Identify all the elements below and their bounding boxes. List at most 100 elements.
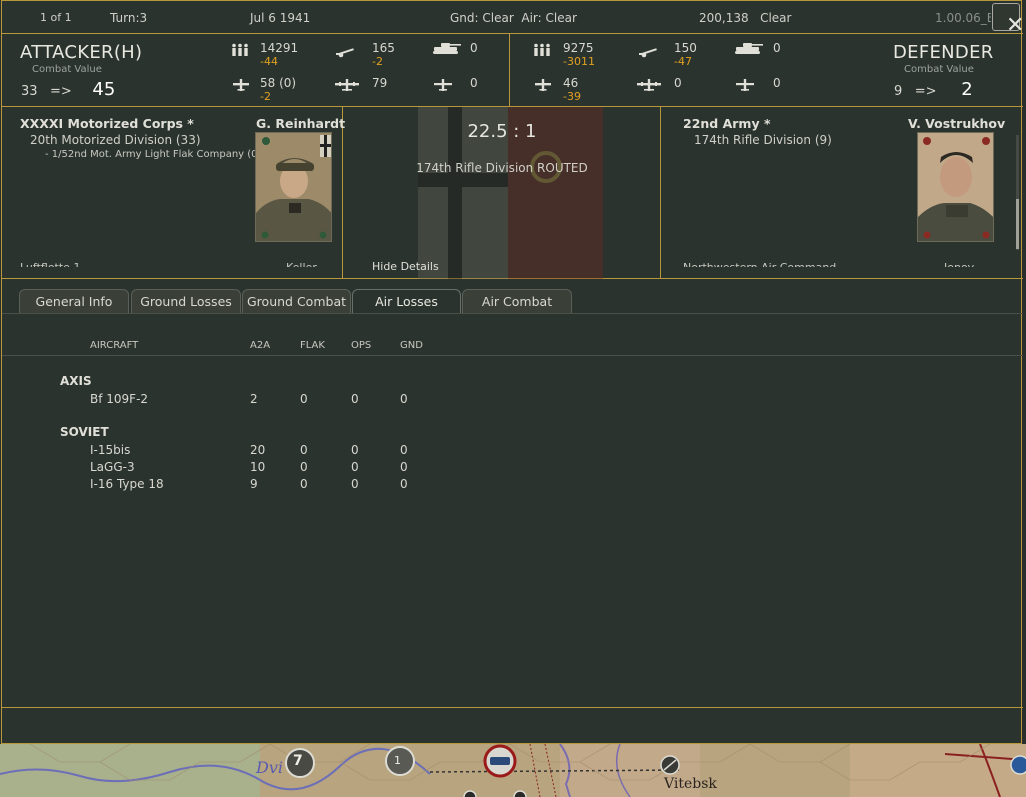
attacker-cv-label: Combat Value [32,64,102,75]
ops-value: 0 [351,460,359,474]
map-view[interactable]: Dvi Vitebsk 7 1 [0,744,1026,797]
attacker-unit-subunit[interactable]: - 1/52nd Mot. Army Light Flak Company (0… [45,149,261,160]
gun-icon [638,43,658,58]
stats-divider [509,34,510,107]
defender-scrollbar-thumb[interactable] [1016,199,1019,249]
combat-report-window: 1 of 1 Turn:3 Jul 6 1941 Gnd: Clear Air:… [1,0,1024,744]
tab-ground-losses[interactable]: Ground Losses [131,289,241,313]
header-gnd: GND [400,340,423,351]
river-label: Dvi [256,758,283,777]
attacker-combat-value: 33 => 45 [21,79,115,100]
attacker-cv-before: 33 [21,84,38,99]
group-soviet: SOVIET [60,425,109,439]
attacker-bombers: 79 [372,76,387,90]
defender-other-aircraft: 0 [773,76,781,90]
attacker-leader-name[interactable]: G. Reinhardt [256,116,345,131]
attacker-men-value: 14291 [260,41,299,55]
transport-plane-icon [735,77,755,91]
defender-unit-division[interactable]: 174th Rifle Division (9) [694,133,832,147]
gun-icon [335,43,355,58]
flak-value: 0 [300,392,308,406]
defender-portrait-image [918,133,993,241]
attacker-air-hq: Luftflotte 1 [20,261,80,267]
table-row: I-16 Type 18 9 0 0 0 [2,477,1023,494]
attacker-men: 14291 -44 [260,41,298,69]
transport-plane-icon [433,77,453,91]
defender-aircraft-delta: -39 [563,90,581,103]
hex-info-label: 200,138 Clear [699,11,792,25]
tank-icon [734,40,764,54]
a2a-value: 20 [250,443,266,457]
battle-odds: 22.5 : 1 [467,121,537,142]
attacker-air-leader: Keller [286,261,317,267]
defender-title: DEFENDER [893,42,994,63]
flak-value: 0 [300,460,308,474]
tab-air-combat[interactable]: Air Combat [462,289,572,313]
gnd-value: 0 [400,477,408,491]
attacker-tanks: 0 [470,41,478,55]
header-a2a: A2A [250,340,271,351]
defender-leader-portrait[interactable] [917,132,994,242]
defender-aircraft: 46 -39 [563,76,581,104]
table-row: Bf 109F-2 2 0 0 0 [2,392,1023,409]
attacker-title: ATTACKER(H) [20,42,143,63]
a2a-value: 2 [250,392,258,406]
hide-details-link[interactable]: Hide Details [372,260,439,273]
flak-value: 0 [300,477,308,491]
defender-leader-name[interactable]: V. Vostrukhov [908,116,1005,131]
ops-value: 0 [351,392,359,406]
attacker-cv-arrow: => [49,84,72,99]
battle-result: 174th Rifle Division ROUTED [416,161,588,175]
attacker-men-delta: -44 [260,55,278,68]
a2a-value: 9 [250,477,258,491]
tank-icon [432,40,462,54]
attacker-unit-head[interactable]: XXXXI Motorized Corps * [20,116,194,131]
defender-guns: 150 -47 [674,41,697,69]
attacker-bombers-value: 79 [372,76,388,90]
attacker-guns-delta: -2 [372,55,383,68]
group-axis: AXIS [60,374,92,388]
attacker-cv-after: 45 [92,79,116,100]
defender-men: 9275 -3011 [563,41,595,69]
header-divider [2,355,1023,356]
close-button[interactable]: ✕ [992,3,1024,38]
defender-air-hq: Northwestern Air Command [683,261,836,267]
battle-result-panel: 22.5 : 1 174th Rifle Division ROUTED Hid… [343,107,661,279]
aircraft-name: LaGG-3 [90,460,135,474]
turn-label: Turn:3 [110,11,148,25]
aircraft-name: I-15bis [90,443,131,457]
tab-air-losses[interactable]: Air Losses [352,289,461,314]
gnd-value: 0 [400,392,408,406]
attacker-tanks-value: 0 [470,41,478,55]
date-label: Jul 6 1941 [250,11,311,25]
attacker-unit-division[interactable]: 20th Motorized Division (33) [30,133,201,147]
ops-value: 0 [351,443,359,457]
table-row: I-15bis 20 0 0 0 [2,443,1023,460]
weather-label: Gnd: Clear Air: Clear [450,11,577,25]
aircraft-name: I-16 Type 18 [90,477,164,491]
defender-unit-head[interactable]: 22nd Army * [683,116,771,131]
flak-value: 0 [300,443,308,457]
defender-tanks-value: 0 [773,41,781,55]
defender-cv-before: 9 [894,84,903,99]
bomber-icon [334,77,360,91]
top-bar: 1 of 1 Turn:3 Jul 6 1941 Gnd: Clear Air:… [2,1,1024,38]
defender-bombers-value: 0 [674,76,682,90]
header-ops: OPS [351,340,372,351]
map-counter-hq[interactable]: 1 [394,754,401,767]
defender-aircraft-value: 46 [563,76,579,90]
bomber-icon [636,77,662,91]
map-counter-infantry[interactable]: 7 [293,753,303,769]
fighter-icon [231,77,251,91]
tab-ground-combat[interactable]: Ground Combat [242,289,351,313]
defender-guns-value: 150 [674,41,697,55]
defender-men-value: 9275 [563,41,594,55]
tab-general-info[interactable]: General Info [19,289,129,313]
attacker-aircraft-delta: -2 [260,90,271,103]
city-label-vitebsk: Vitebsk [664,776,717,792]
attacker-leader-portrait[interactable] [255,132,332,242]
footer-divider [2,707,1023,708]
fighter-icon [533,77,553,91]
map-terrain [0,744,1026,797]
gnd-value: 0 [400,443,408,457]
